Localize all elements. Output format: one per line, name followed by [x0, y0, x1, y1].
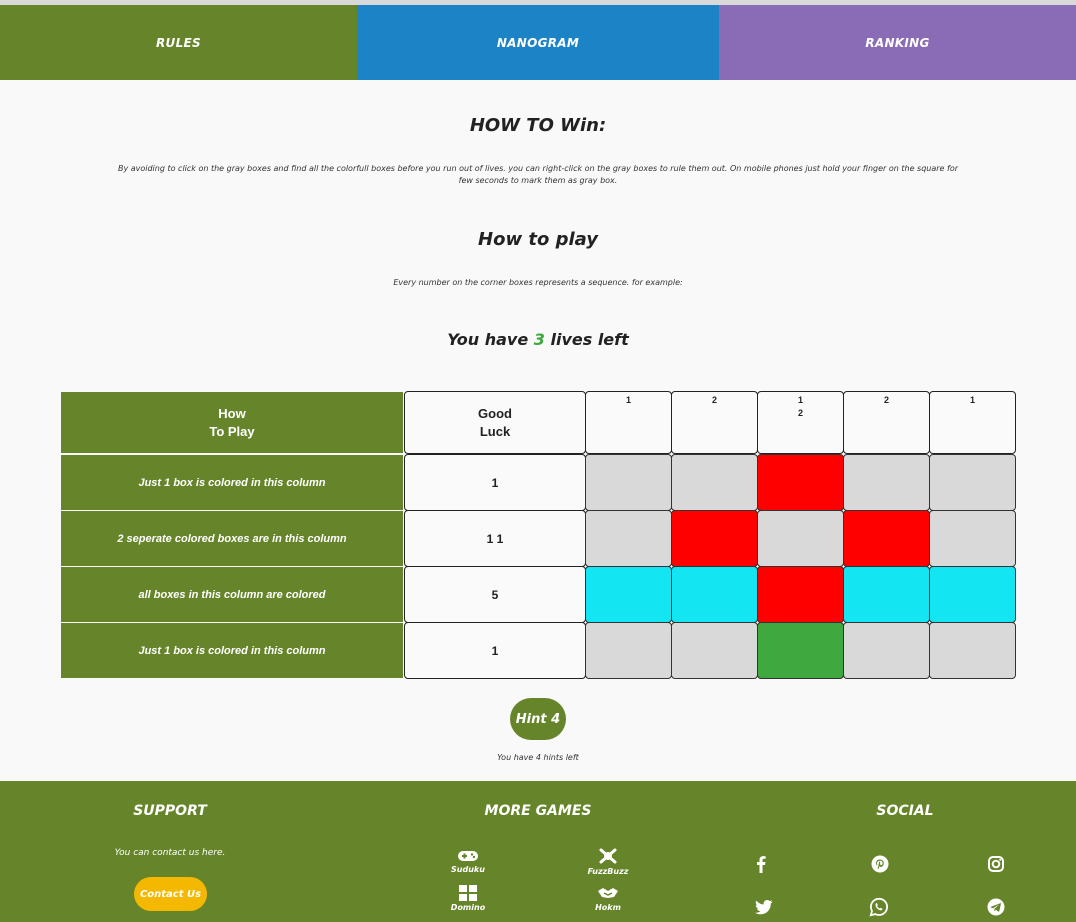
row-clue: 1 1: [404, 510, 586, 567]
footer: SUPPORT You can contact us here. Contact…: [0, 781, 1076, 922]
grid-cell-cyan[interactable]: [843, 566, 930, 623]
lives-suffix: lives left: [550, 330, 629, 349]
hint-button[interactable]: Hint 4: [510, 698, 566, 740]
gamepad-icon: [458, 851, 478, 861]
win-title: HOW TO Win:: [469, 115, 607, 136]
telegram-icon[interactable]: [986, 897, 1006, 917]
windows-icon: [459, 885, 477, 901]
row-description: Just 1 box is colored in this column: [61, 623, 403, 678]
column-clue: 2: [671, 391, 758, 454]
whatsapp-icon[interactable]: [869, 897, 889, 917]
grid-cell-gray[interactable]: [671, 622, 758, 679]
grid-cell-gray[interactable]: [843, 622, 930, 679]
grid-cell-cyan[interactable]: [671, 566, 758, 623]
grid-cell-gray[interactable]: [585, 454, 672, 511]
row-clue: 5: [404, 566, 586, 623]
row-description: all boxes in this column are colored: [61, 567, 403, 622]
column-clue: 1: [585, 391, 672, 454]
board-header-message: Good Luck: [404, 391, 586, 454]
hints-left-text: You have 4 hints left: [497, 753, 579, 762]
more-games-title: MORE GAMES: [484, 803, 592, 819]
row-description: 2 seperate colored boxes are in this col…: [61, 511, 403, 566]
board-header-label: How To Play: [61, 392, 403, 453]
grid-cell-gray[interactable]: [843, 454, 930, 511]
grid-cell-red[interactable]: [843, 510, 930, 567]
game-label: Domino: [450, 903, 486, 912]
nav-ranking[interactable]: RANKING: [719, 5, 1076, 80]
link-icon: [599, 848, 617, 864]
pinterest-icon[interactable]: [870, 854, 890, 874]
facebook-icon[interactable]: [751, 854, 771, 874]
game-label: Hokm: [595, 903, 621, 912]
row-clue: 1: [404, 454, 586, 511]
grid-cell-red[interactable]: [757, 566, 844, 623]
handshake-icon: [598, 888, 618, 898]
grid-cell-cyan[interactable]: [585, 566, 672, 623]
grid-cell-cyan[interactable]: [929, 566, 1016, 623]
play-title: How to play: [478, 229, 598, 250]
grid-cell-gray[interactable]: [671, 454, 758, 511]
instagram-icon[interactable]: [986, 854, 1006, 874]
game-domino[interactable]: Domino: [433, 885, 503, 912]
game-fuzzbuzz[interactable]: FuzzBuzz: [573, 847, 643, 876]
lives-count: 3: [533, 330, 545, 349]
row-description: Just 1 box is colored in this column: [61, 455, 403, 510]
grid-cell-gray[interactable]: [929, 454, 1016, 511]
grid-cell-red[interactable]: [757, 454, 844, 511]
game-hokm[interactable]: Hokm: [573, 885, 643, 912]
twitter-icon[interactable]: [754, 897, 774, 917]
grid-cell-gray[interactable]: [585, 510, 672, 567]
grid-cell-gray[interactable]: [929, 622, 1016, 679]
support-title: SUPPORT: [133, 803, 207, 819]
lives-prefix: You have: [447, 330, 529, 349]
game-label: Suduku: [451, 865, 485, 874]
column-clue: 1: [929, 391, 1016, 454]
social-title: SOCIAL: [876, 803, 934, 819]
grid-cell-gray[interactable]: [929, 510, 1016, 567]
nav-rules[interactable]: RULES: [0, 5, 357, 80]
game-label: FuzzBuzz: [587, 867, 629, 876]
grid-cell-gray[interactable]: [757, 510, 844, 567]
grid-cell-green[interactable]: [757, 622, 844, 679]
nav-nanogram[interactable]: NANOGRAM: [357, 5, 719, 80]
row-clue: 1: [404, 622, 586, 679]
column-clue: 2: [843, 391, 930, 454]
lives-counter: You have 3 lives left: [0, 330, 1076, 349]
grid-cell-red[interactable]: [671, 510, 758, 567]
game-suduku[interactable]: Suduku: [433, 849, 503, 874]
contact-us-button[interactable]: Contact Us: [134, 877, 207, 911]
grid-cell-gray[interactable]: [585, 622, 672, 679]
play-text: Every number on the corner boxes represe…: [393, 278, 683, 287]
support-text: You can contact us here.: [114, 848, 226, 858]
win-text: By avoiding to click on the gray boxes a…: [117, 164, 959, 185]
main-nav: RULES NANOGRAM RANKING: [0, 5, 1076, 80]
column-clue: 1 2: [757, 391, 844, 454]
